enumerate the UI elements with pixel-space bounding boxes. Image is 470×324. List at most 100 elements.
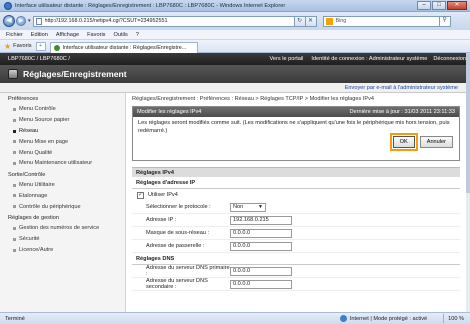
close-button[interactable]: ✕ [447,1,467,10]
window-controls: – □ ✕ [416,1,467,10]
add-favorite-icon[interactable]: + [35,41,46,51]
menu-edit[interactable]: Edition [31,32,48,38]
chevron-down-icon: ▼ [258,203,263,210]
status-text: Terminé [5,315,25,322]
browser-tab[interactable]: Interface utilisateur distante : Réglage… [49,41,198,53]
breadcrumb: Réglages/Enregistrement : Préférences : … [132,96,375,102]
sidebar-item-control-menu[interactable]: Menu Contrôle [0,104,125,115]
gateway-label: Adresse de passerelle : [146,243,205,249]
url-field[interactable]: http://192.168.0.215/netipv4.cgi?CSUT=23… [32,15,295,27]
main-panel: Réglages/Enregistrement : Préférences : … [130,93,466,312]
favorites-button[interactable]: Favoris [13,43,31,49]
sidebar-section-management: Réglages de gestion [8,215,60,222]
protocol-label: Sélectionner le protocole : [146,204,211,210]
use-ipv4-row: ✓ Utiliser IPv4 [132,189,466,201]
use-ipv4-checkbox[interactable]: ✓ [137,191,144,199]
ip-address-settings-title: Réglages d'adresse IP [132,180,460,189]
dns-primary-row: Adresse du serveur DNS primaire : 0.0.0.… [132,265,460,278]
subnet-mask-field[interactable]: 0.0.0.0 [230,228,292,238]
address-bar: ◀ ▶ ▾ http://192.168.0.215/netipv4.cgi?C… [0,12,470,30]
app-title-bar: Réglages/Enregistrement [0,65,466,83]
sidebar-item-device-control[interactable]: Contrôle du périphérique [0,201,125,212]
tab-page-icon [53,44,60,51]
top-header: LBP7680C / LBP7680C / Vers le portail Id… [0,53,466,65]
back-button[interactable]: ◀ [3,15,15,27]
dialog-title: Modifier les réglages IPv4 [137,109,202,115]
stop-button[interactable]: ✕ [305,15,317,27]
status-divider [443,314,445,323]
mail-admin-link[interactable]: Envoyer par e-mail à l'administrateur sy… [0,83,466,93]
window-title-bar: Interface utilisateur distante : Réglage… [0,0,470,12]
sidebar-item-security[interactable]: Sécurité [0,234,125,245]
sidebar-section-preferences: Préférences [8,96,39,102]
mask-label: Masque de sous-réseau : [146,230,210,236]
mask-row: Masque de sous-réseau : 0.0.0.0 [132,227,460,240]
ip-address-field[interactable]: 192.168.0.215 [230,215,292,225]
ip-row: Adresse IP : 192.168.0.215 [132,214,460,227]
minimize-button[interactable]: – [417,1,431,10]
menu-file[interactable]: Fichier [6,32,23,38]
page-title: Réglages/Enregistrement [23,69,127,79]
dns-secondary-field[interactable]: 0.0.0.0 [230,279,292,289]
sidebar-item-utility[interactable]: Menu Utilitaire [0,180,125,191]
forward-button[interactable]: ▶ [16,16,26,26]
search-icon[interactable]: ⚲ [438,15,450,27]
history-dropdown-icon[interactable]: ▾ [28,18,31,24]
device-name: LBP7680C / LBP7680C / [8,56,70,62]
menu-tools[interactable]: Outils [113,32,127,38]
sidebar-item-layout[interactable]: Menu Mise en page [0,136,125,147]
menu-view[interactable]: Affichage [56,32,79,38]
ie-icon [4,1,12,10]
dns-primary-field[interactable]: 0.0.0.0 [230,266,292,276]
bing-icon [325,17,333,25]
vertical-scrollbar[interactable] [466,53,470,312]
protocol-row: Sélectionner le protocole : Non ▼ [132,201,460,214]
sidebar-section-output: Sortie/Contrôle [8,171,46,178]
ipv4-section-title: Réglages IPv4 [132,167,460,177]
logout-link[interactable]: Déconnexion [433,56,466,62]
sidebar-item-user-maintenance[interactable]: Menu Maintenance utilisateur [0,158,125,169]
refresh-button[interactable]: ↻ [294,15,306,27]
dialog-message: Les réglages seront modifiés comme suit.… [138,120,450,134]
sidebar-item-quality[interactable]: Menu Qualité [0,147,125,158]
ip-label: Adresse IP : [146,217,177,223]
sidebar-item-license[interactable]: Licence/Autre [0,245,125,256]
dns-secondary-row: Adresse du serveur DNS secondaire : 0.0.… [132,278,460,291]
page-icon [35,17,42,25]
login-id: Identité de connexion : Administrateur s… [311,56,428,62]
settings-icon [8,69,18,79]
sidebar-item-calibration[interactable]: Etalonnage [0,190,125,201]
protocol-select[interactable]: Non ▼ [230,202,266,212]
favorites-star-icon[interactable]: ★ [4,42,11,51]
gateway-field[interactable]: 0.0.0.0 [230,241,292,251]
sidebar-item-paper-source[interactable]: Menu Source papier [0,115,125,126]
zoom-level[interactable]: 100 % [448,316,464,322]
globe-icon [339,315,347,322]
confirm-dialog: Modifier les réglages IPv4 Dernière mise… [132,106,460,161]
dialog-buttons: OK Annuler [133,133,459,151]
maximize-button[interactable]: □ [432,1,446,10]
last-update: Dernière mise à jour : 31/03 2011 23:11:… [349,109,455,115]
menu-bar: Fichier Edition Affichage Favoris Outils… [0,30,470,40]
use-ipv4-label: Utiliser IPv4 [148,192,178,198]
menu-help[interactable]: ? [136,32,139,38]
favorites-bar: ★ Favoris + Interface utilisateur distan… [0,40,470,53]
sidebar-item-network[interactable]: Réseau [0,126,125,137]
gateway-row: Adresse de passerelle : 0.0.0.0 [132,240,460,253]
sidebar: Préférences Menu Contrôle Menu Source pa… [0,93,126,312]
menu-favorites[interactable]: Favoris [87,32,105,38]
dns-settings-title: Réglages DNS [132,256,460,265]
portal-link[interactable]: Vers le portail [269,56,303,62]
ok-button[interactable]: OK [389,133,418,151]
sidebar-item-department-id[interactable]: Gestion des numéros de service [0,223,125,234]
status-bar: Terminé Internet | Mode protégé : activé… [0,312,470,324]
page-content: LBP7680C / LBP7680C / Vers le portail Id… [0,53,466,312]
dialog-header: Modifier les réglages IPv4 Dernière mise… [133,107,459,117]
search-input[interactable]: Bing ⚲ [322,15,451,27]
cancel-button[interactable]: Annuler [419,136,453,148]
dns-primary-label: Adresse du serveur DNS primaire : [146,265,230,277]
security-zone: Internet | Mode protégé : activé [349,315,428,322]
dns-secondary-label: Adresse du serveur DNS secondaire : [146,278,208,290]
scrollbar-thumb[interactable] [466,53,470,193]
window-title: Interface utilisateur distante : Réglage… [15,2,286,9]
